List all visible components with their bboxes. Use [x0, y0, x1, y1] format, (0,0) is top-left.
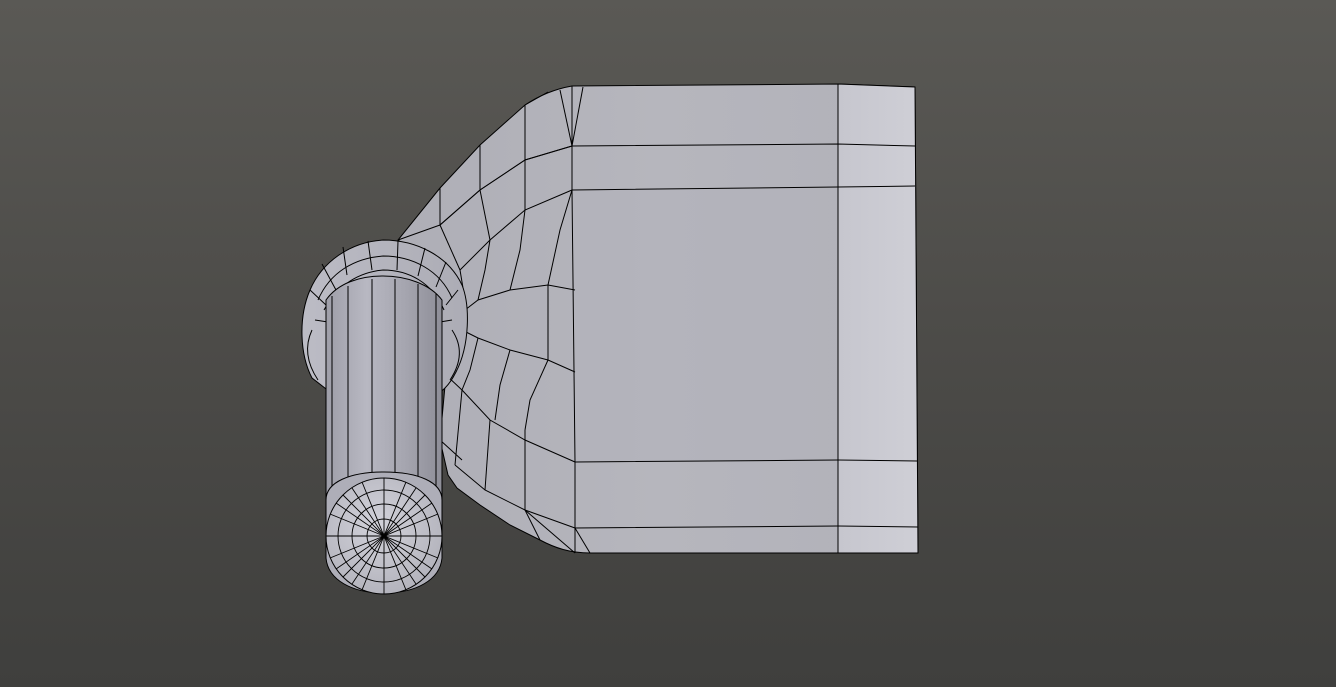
cap-pole-vertex: [382, 534, 386, 538]
bracket-body[interactable]: [397, 83, 919, 554]
plate-side-face: [837, 83, 919, 554]
mesh-canvas[interactable]: [0, 0, 1336, 687]
plate-inner-face: [572, 187, 838, 462]
3d-viewport[interactable]: [0, 0, 1336, 687]
pin-end-cap[interactable]: [325, 471, 443, 595]
